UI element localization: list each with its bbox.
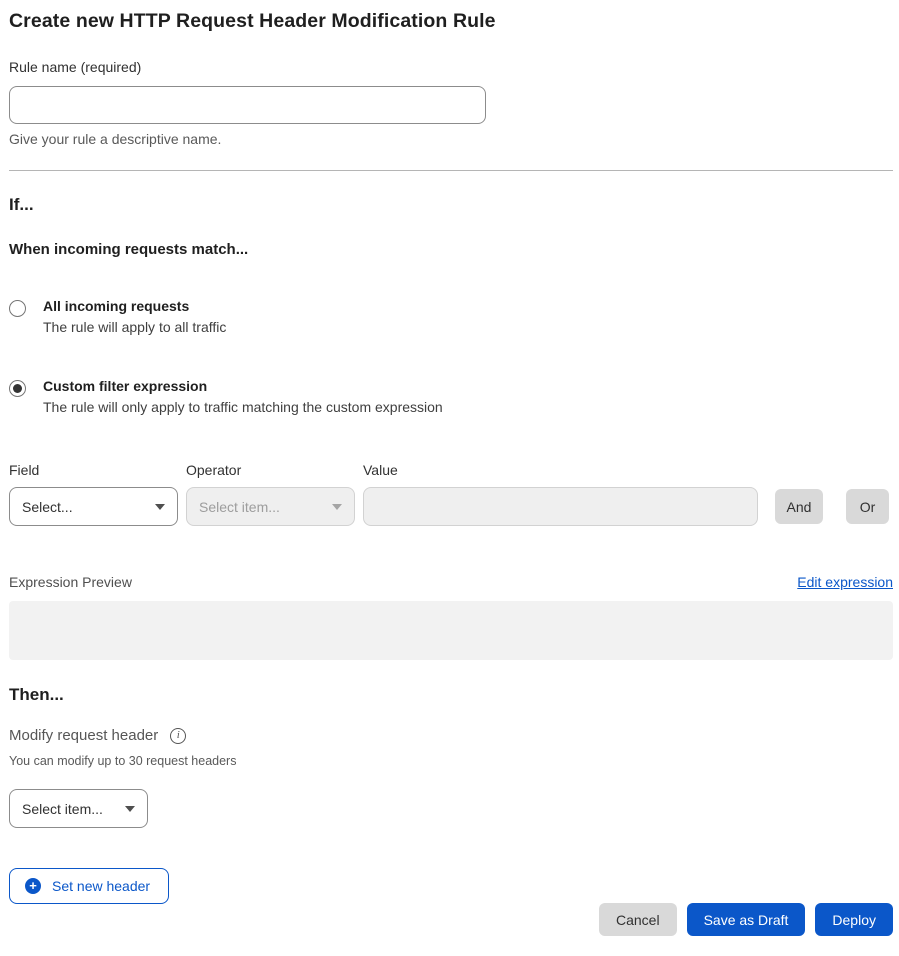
- set-new-header-label: Set new header: [52, 878, 150, 894]
- create-rule-form: Create new HTTP Request Header Modificat…: [0, 0, 899, 904]
- expression-preview-label: Expression Preview: [9, 574, 132, 590]
- radio-label: All incoming requests: [43, 298, 226, 314]
- header-item-select-value: Select item...: [22, 801, 103, 817]
- rule-name-label: Rule name (required): [9, 59, 141, 75]
- edit-expression-link[interactable]: Edit expression: [797, 574, 893, 590]
- value-input[interactable]: [363, 487, 758, 526]
- cancel-button[interactable]: Cancel: [599, 903, 677, 936]
- expression-preview-header: Expression Preview Edit expression: [9, 574, 893, 590]
- plus-circle-icon: +: [25, 878, 41, 894]
- section-divider: [9, 170, 893, 171]
- chevron-down-icon: [155, 504, 165, 510]
- filter-builder-labels: Field Operator Value: [9, 462, 893, 478]
- radio-description: The rule will only apply to traffic matc…: [43, 399, 443, 415]
- radio-description: The rule will apply to all traffic: [43, 319, 226, 335]
- radio-unselected-icon[interactable]: [9, 300, 26, 317]
- radio-option-all-requests[interactable]: All incoming requests The rule will appl…: [9, 298, 893, 335]
- footer-actions: Cancel Save as Draft Deploy: [599, 903, 893, 936]
- chevron-down-icon: [332, 504, 342, 510]
- chevron-down-icon: [125, 806, 135, 812]
- rule-name-input[interactable]: [9, 86, 486, 124]
- field-select-value: Select...: [22, 499, 73, 515]
- then-heading: Then...: [9, 685, 893, 705]
- radio-selected-icon[interactable]: [9, 380, 26, 397]
- operator-label: Operator: [186, 462, 363, 478]
- if-heading: If...: [9, 195, 893, 215]
- page-title: Create new HTTP Request Header Modificat…: [9, 10, 893, 33]
- radio-option-custom-filter[interactable]: Custom filter expression The rule will o…: [9, 378, 893, 415]
- match-subheading: When incoming requests match...: [9, 241, 893, 258]
- modify-header-helper: You can modify up to 30 request headers: [9, 754, 893, 768]
- expression-preview-box: [9, 601, 893, 660]
- rule-name-helper: Give your rule a descriptive name.: [9, 131, 893, 147]
- rule-name-section: Rule name (required) Give your rule a de…: [9, 59, 893, 147]
- operator-select[interactable]: Select item...: [186, 487, 355, 526]
- and-button[interactable]: And: [775, 489, 823, 524]
- modify-header-row: Modify request header i: [9, 727, 893, 744]
- operator-select-value: Select item...: [199, 499, 280, 515]
- set-new-header-button[interactable]: + Set new header: [9, 868, 169, 904]
- deploy-button[interactable]: Deploy: [815, 903, 893, 936]
- info-icon[interactable]: i: [170, 728, 186, 744]
- filter-builder-row: Select... Select item... And Or: [9, 487, 893, 526]
- value-label: Value: [363, 462, 758, 478]
- or-button[interactable]: Or: [846, 489, 889, 524]
- modify-request-header-label: Modify request header: [9, 727, 158, 744]
- radio-label: Custom filter expression: [43, 378, 443, 394]
- field-select[interactable]: Select...: [9, 487, 178, 526]
- save-as-draft-button[interactable]: Save as Draft: [687, 903, 806, 936]
- header-item-select[interactable]: Select item...: [9, 789, 148, 828]
- field-label: Field: [9, 462, 186, 478]
